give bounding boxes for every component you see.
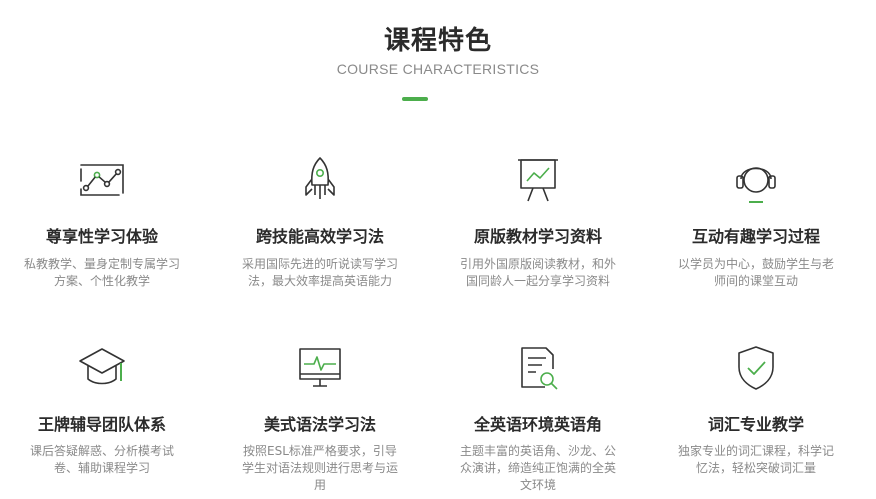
feature-description: 采用国际先进的听说读写学习法，最大效率提高英语能力: [241, 257, 398, 288]
feature-title: 原版教材学习资料: [473, 227, 602, 246]
headset-icon: [731, 155, 781, 205]
feature-title: 词汇专业教学: [707, 415, 804, 434]
feature-title: 美式语法学习法: [263, 415, 376, 434]
feature-title: 全英语环境英语角: [473, 415, 602, 434]
feature-description: 引用外国原版阅读教材，和外国同龄人一起分享学习资料: [459, 257, 616, 288]
rocket-icon: [295, 155, 345, 205]
feature-title: 王牌辅导团队体系: [37, 415, 166, 434]
feature-description: 课后答疑解惑、分析模考试卷、辅助课程学习: [29, 444, 174, 475]
feature-description: 主题丰富的英语角、沙龙、公众演讲，缔造纯正饱满的全英文环境: [459, 444, 616, 492]
title-accent-bar: [402, 97, 428, 101]
feature-title: 尊享性学习体验: [45, 227, 158, 246]
feature-title: 跨技能高效学习法: [255, 227, 384, 246]
graduation-cap-icon: [77, 343, 127, 393]
shield-check-icon: [731, 343, 781, 393]
page-subtitle: COURSE CHARACTERISTICS: [336, 61, 540, 77]
page-title: 课程特色: [383, 26, 492, 56]
presentation-board-icon: [513, 155, 563, 205]
feature-description: 按照ESL标准严格要求，引导学生对语法规则进行思考与运用: [241, 444, 398, 492]
feature-description: 独家专业的词汇课程，科学记忆法，轻松突破词汇量: [677, 444, 834, 475]
chart-path-icon: [77, 155, 127, 205]
document-search-icon: [513, 343, 563, 393]
feature-description: 以学员为中心，鼓励学生与老师间的课堂互动: [677, 257, 834, 288]
monitor-pulse-icon: [295, 343, 345, 393]
feature-title: 互动有趣学习过程: [691, 227, 820, 246]
feature-description: 私教教学、量身定制专属学习方案、个性化教学: [23, 257, 180, 288]
